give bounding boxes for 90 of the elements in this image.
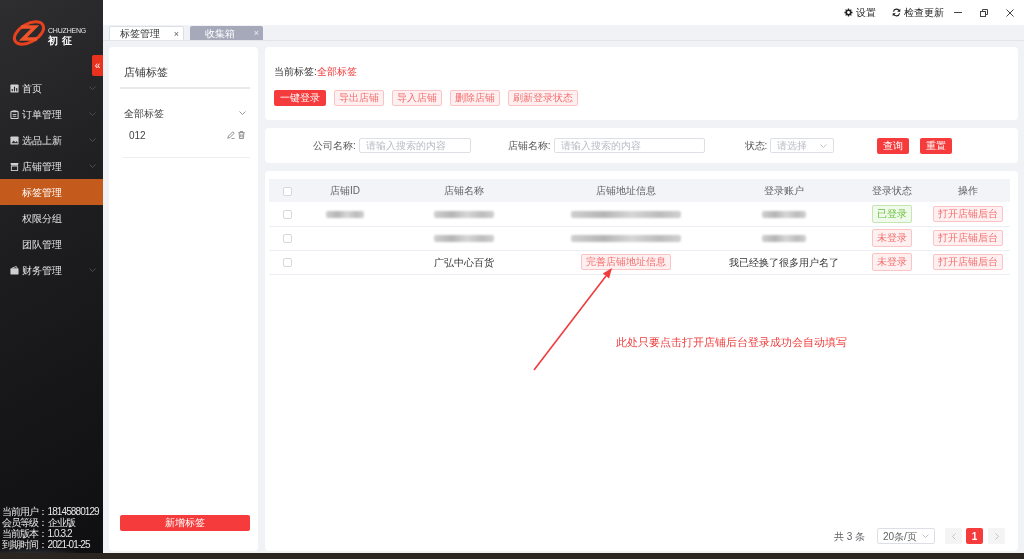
search-button[interactable]: 查询 bbox=[877, 137, 910, 154]
page-number-button[interactable]: 1 bbox=[966, 528, 983, 544]
menu-item[interactable]: 店铺管理 bbox=[0, 153, 103, 179]
row-checkbox[interactable] bbox=[282, 234, 292, 244]
column-header: 登录状态 bbox=[859, 179, 925, 202]
blurred-text bbox=[762, 211, 806, 219]
chevron-down-icon bbox=[922, 534, 929, 538]
store-icon bbox=[10, 161, 19, 171]
prev-page-button[interactable] bbox=[945, 528, 962, 544]
filter-label: 公司名称: bbox=[313, 139, 356, 152]
blurred-text bbox=[762, 235, 806, 243]
row-checkbox[interactable] bbox=[282, 210, 292, 220]
import-stores-button[interactable]: 导入店铺 bbox=[392, 90, 442, 106]
row-checkbox[interactable] bbox=[282, 258, 292, 268]
settings-icon bbox=[844, 8, 853, 17]
complete-address-button[interactable]: 完善店铺地址信息 bbox=[581, 254, 671, 270]
select-all-checkbox[interactable] bbox=[282, 186, 292, 196]
export-stores-button[interactable]: 导出店铺 bbox=[334, 90, 384, 106]
delete-stores-button[interactable]: 删除店铺 bbox=[450, 90, 500, 106]
clipboard-icon bbox=[10, 109, 19, 119]
chevron-right-icon bbox=[994, 532, 999, 540]
annotation-text: 此处只要点击打开店铺后台登录成功会自动填写 bbox=[616, 335, 847, 349]
tag-item[interactable]: 012 bbox=[120, 128, 250, 142]
account-info-line: 到期时间：2021-01-25 bbox=[2, 539, 91, 550]
store-name: 广弘中心百货 bbox=[434, 256, 494, 268]
filter-label: 店铺名称: bbox=[507, 139, 551, 152]
chevron-down-icon bbox=[820, 143, 828, 148]
page-tab[interactable]: 收集箱 × bbox=[190, 26, 263, 40]
chevron-down-icon bbox=[89, 86, 96, 90]
logo-name: 初征 bbox=[48, 35, 77, 47]
open-store-backend-button[interactable]: 打开店铺后台 bbox=[932, 254, 1003, 270]
edit-icon[interactable] bbox=[227, 131, 235, 139]
account-name: 我已经换了很多用户名了 bbox=[729, 256, 839, 268]
tag-group-item[interactable]: 全部标签 bbox=[120, 106, 250, 120]
minimize-icon[interactable] bbox=[954, 12, 962, 13]
menu-item[interactable]: 订单管理 bbox=[0, 101, 103, 127]
search-field[interactable]: 请输入搜索的内容 bbox=[553, 138, 705, 153]
blurred-text bbox=[326, 211, 364, 219]
column-header: 店铺名称 bbox=[385, 179, 543, 202]
blurred-text bbox=[434, 211, 494, 219]
image-icon bbox=[10, 135, 19, 145]
account-info-line: 当前版本：1.0.3.2 bbox=[2, 528, 72, 539]
status-select[interactable]: 请选择 bbox=[770, 138, 835, 153]
chevron-down-icon bbox=[89, 138, 96, 142]
page-tab[interactable]: 标签管理 × bbox=[109, 26, 184, 40]
reset-button[interactable]: 重置 bbox=[920, 137, 953, 154]
current-tag-label: 当前标签: bbox=[274, 65, 317, 79]
check-update-button[interactable]: 检查更新 bbox=[892, 6, 944, 19]
settings-button[interactable]: 设置 bbox=[844, 6, 876, 19]
search-field[interactable]: 请输入搜索的内容 bbox=[358, 138, 471, 153]
page-size-select[interactable]: 20条/页 bbox=[877, 528, 935, 544]
menu-item[interactable]: 首页 bbox=[0, 75, 103, 101]
next-page-button[interactable] bbox=[988, 528, 1005, 544]
collapse-button[interactable]: « bbox=[92, 55, 103, 76]
panel-title: 店铺标签 bbox=[120, 47, 250, 89]
chevron-down-icon bbox=[89, 164, 96, 168]
login-status-badge: 未登录 bbox=[872, 253, 912, 271]
chevron-down-icon bbox=[89, 268, 96, 272]
tab-close-button[interactable]: × bbox=[169, 27, 183, 40]
refresh-icon bbox=[892, 8, 901, 17]
login-status-badge: 未登录 bbox=[872, 229, 912, 247]
submenu-item[interactable]: 团队管理 bbox=[0, 231, 103, 257]
menu-item[interactable]: 选品上新 bbox=[0, 127, 103, 153]
restore-icon[interactable] bbox=[980, 8, 988, 17]
menu-item[interactable]: 财务管理 bbox=[0, 257, 103, 283]
refresh-status-button[interactable]: 刷新登录状态 bbox=[508, 90, 578, 106]
account-info-line: 会员等级：企业版 bbox=[2, 517, 77, 528]
open-store-backend-button[interactable]: 打开店铺后台 bbox=[932, 230, 1003, 246]
logo-icon bbox=[11, 18, 47, 48]
filter-label: 状态: bbox=[744, 139, 768, 152]
chevron-down-icon bbox=[89, 112, 96, 116]
column-header: 登录账户 bbox=[709, 179, 859, 202]
trash-icon[interactable] bbox=[238, 131, 245, 139]
column-header: 操作 bbox=[925, 179, 1010, 202]
add-tag-button[interactable]: 新增标签 bbox=[120, 515, 250, 531]
wallet-icon bbox=[10, 265, 19, 275]
total-count: 共 3 条 bbox=[833, 529, 865, 543]
login-status-badge: 已登录 bbox=[872, 204, 912, 223]
submenu-item[interactable]: 权限分组 bbox=[0, 205, 103, 231]
column-header: 店铺地址信息 bbox=[543, 179, 709, 202]
blurred-text bbox=[434, 235, 494, 243]
account-info-line: 当前用户：18145880129 bbox=[2, 506, 100, 517]
chart-icon bbox=[10, 83, 19, 93]
chevron-left-icon bbox=[951, 532, 956, 540]
current-tag-value: 全部标签 bbox=[316, 65, 357, 79]
login-all-button[interactable]: 一键登录 bbox=[274, 90, 326, 106]
column-header: 店铺ID bbox=[305, 179, 385, 202]
close-icon[interactable] bbox=[1006, 8, 1014, 17]
open-store-backend-button[interactable]: 打开店铺后台 bbox=[932, 205, 1003, 222]
submenu-item[interactable]: 标签管理 bbox=[0, 179, 103, 205]
